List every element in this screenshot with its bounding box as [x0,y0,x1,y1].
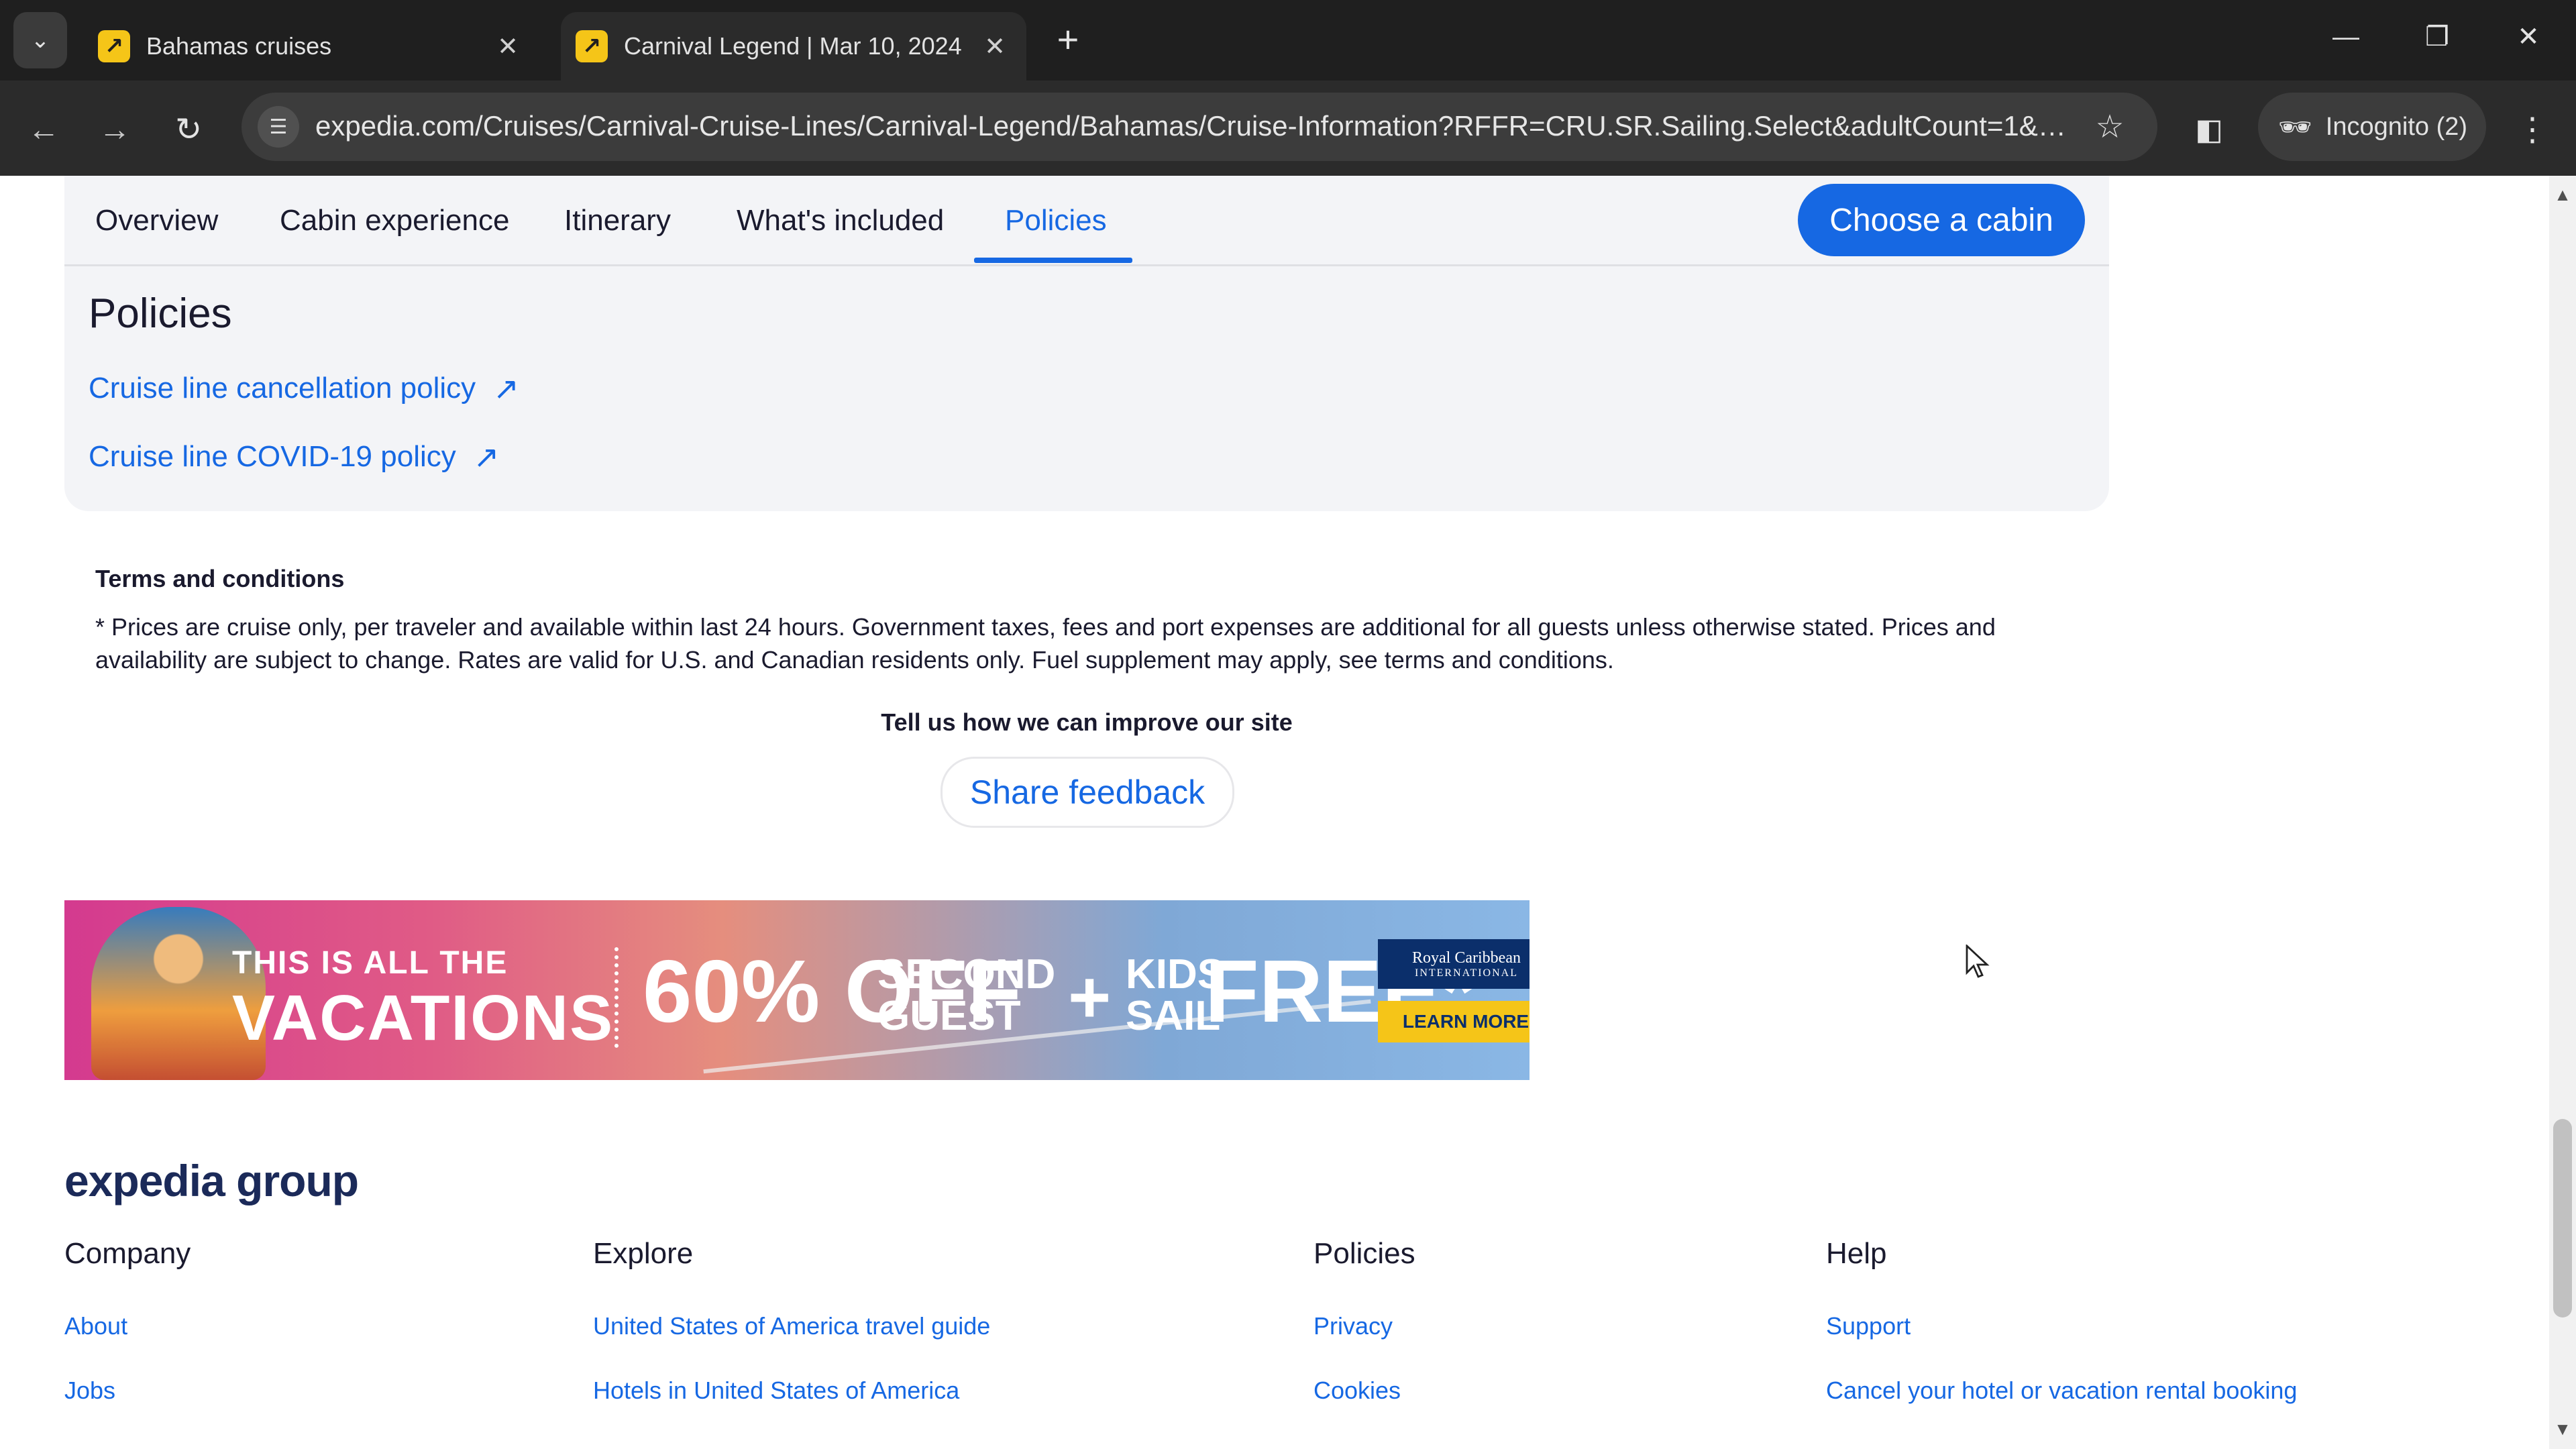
footer-link-about[interactable]: About [64,1312,127,1340]
subnav-tab-overview[interactable]: Overview [95,204,218,237]
window-close-icon[interactable]: ✕ [2498,13,2559,60]
external-link-icon: ↗ [493,371,519,406]
link-label[interactable]: Cruise line cancellation policy [89,372,476,405]
footer-link-travel-guide[interactable]: United States of America travel guide [593,1312,990,1340]
footer-link-jobs[interactable]: Jobs [64,1377,115,1405]
royal-caribbean-logo: Royal Caribbean INTERNATIONAL [1378,939,1529,989]
expedia-group-logo[interactable]: expedia group [64,1155,359,1206]
footer-help-title: Help [1826,1237,1887,1270]
reload-icon[interactable]: ↻ [165,106,212,153]
subnav-tab-itinerary[interactable]: Itinerary [564,204,671,237]
ad-second-guest: SECOND GUEST [877,951,1056,1039]
subnav-tab-policies[interactable]: Policies [1005,204,1107,237]
royal-caribbean-ad-banner[interactable]: THIS IS ALL THE VACATIONS 60% OFF SECOND… [64,900,1529,1080]
browser-toolbar: ← → ↻ ☰ expedia.com/Cruises/Carnival-Cru… [0,80,2576,176]
external-link-icon: ↗ [473,439,500,474]
expedia-favicon-icon: ↗ [98,30,130,62]
ad-line1: THIS IS ALL THE [232,945,508,981]
forward-arrow-icon[interactable]: → [91,106,138,153]
ad-line2: VACATIONS [232,982,614,1054]
cancellation-policy-link[interactable]: Cruise line cancellation policy ↗ [89,370,519,407]
bookmark-star-icon[interactable]: ☆ [2089,106,2131,148]
ad-learn-more-button[interactable]: LEARN MORE [1378,1001,1529,1042]
footer-link-cookies[interactable]: Cookies [1313,1377,1401,1405]
link-label[interactable]: Cruise line COVID-19 policy [89,440,456,474]
active-tab-indicator [974,258,1132,263]
subnav-tab-whats-included[interactable]: What's included [737,204,944,237]
subnav-tab-cabin-experience[interactable]: Cabin experience [280,204,509,237]
share-feedback-button[interactable]: Share feedback [941,757,1234,828]
section-subnav: Overview Cabin experience Itinerary What… [64,176,2109,266]
close-icon[interactable]: ✕ [978,30,1012,63]
incognito-icon: 🕶 [2278,112,2312,142]
tab-title: Bahamas cruises [146,32,332,60]
tab-strip: ⌄ ↗ Bahamas cruises ✕ ↗ Carnival Legend … [0,0,2576,80]
scroll-up-arrow-icon[interactable]: ▲ [2552,181,2573,208]
close-icon[interactable]: ✕ [491,30,525,63]
scrollbar-thumb[interactable] [2553,1119,2572,1318]
mouse-cursor-icon [1966,945,1990,978]
back-arrow-icon[interactable]: ← [20,106,67,153]
restore-icon[interactable]: ❐ [2407,13,2467,60]
ad-divider [614,947,623,1048]
covid-policy-link[interactable]: Cruise line COVID-19 policy ↗ [89,439,499,475]
kebab-menu-icon[interactable]: ⋮ [2509,106,2556,153]
footer-link-hotels[interactable]: Hotels in United States of America [593,1377,959,1405]
page-viewport: Overview Cabin experience Itinerary What… [0,176,2549,1449]
minimize-icon[interactable]: — [2316,13,2376,60]
footer-link-cancel-booking[interactable]: Cancel your hotel or vacation rental boo… [1826,1377,2297,1405]
tab-title: Carnival Legend | Mar 10, 2024 [624,32,962,60]
choose-cabin-button[interactable]: Choose a cabin [1798,184,2085,256]
policies-heading: Policies [89,290,232,337]
footer-link-support[interactable]: Support [1826,1312,1911,1340]
site-info-tune-icon[interactable]: ☰ [258,106,299,148]
new-tab-plus-icon[interactable]: + [1046,17,1089,60]
feedback-prompt: Tell us how we can improve our site [881,708,1293,736]
incognito-profile-button[interactable]: 🕶 Incognito (2) [2258,93,2486,161]
scroll-down-arrow-icon[interactable]: ▼ [2552,1415,2573,1442]
tab-bahamas-cruises[interactable]: ↗ Bahamas cruises ✕ [83,12,539,80]
terms-body: * Prices are cruise only, per traveler a… [95,613,1996,674]
incognito-label: Incognito (2) [2325,112,2468,141]
terms-heading: Terms and conditions [95,565,345,592]
tab-carnival-legend[interactable]: ↗ Carnival Legend | Mar 10, 2024 ✕ [561,12,1026,80]
expedia-favicon-icon: ↗ [576,30,608,62]
ad-brand-sub: INTERNATIONAL [1415,967,1518,979]
footer-explore-title: Explore [593,1237,694,1270]
footer-policies-title: Policies [1313,1237,1415,1270]
side-panel-icon[interactable]: ◧ [2188,109,2230,150]
tab-search-chevron-down-icon[interactable]: ⌄ [13,12,67,68]
url-text[interactable]: expedia.com/Cruises/Carnival-Cruise-Line… [315,110,2073,142]
address-bar[interactable]: ☰ expedia.com/Cruises/Carnival-Cruise-Li… [241,93,2157,161]
ad-plus: + [1068,956,1112,1038]
footer-company-title: Company [64,1237,191,1270]
ad-brand: Royal Caribbean [1412,949,1521,967]
footer-link-privacy[interactable]: Privacy [1313,1312,1393,1340]
